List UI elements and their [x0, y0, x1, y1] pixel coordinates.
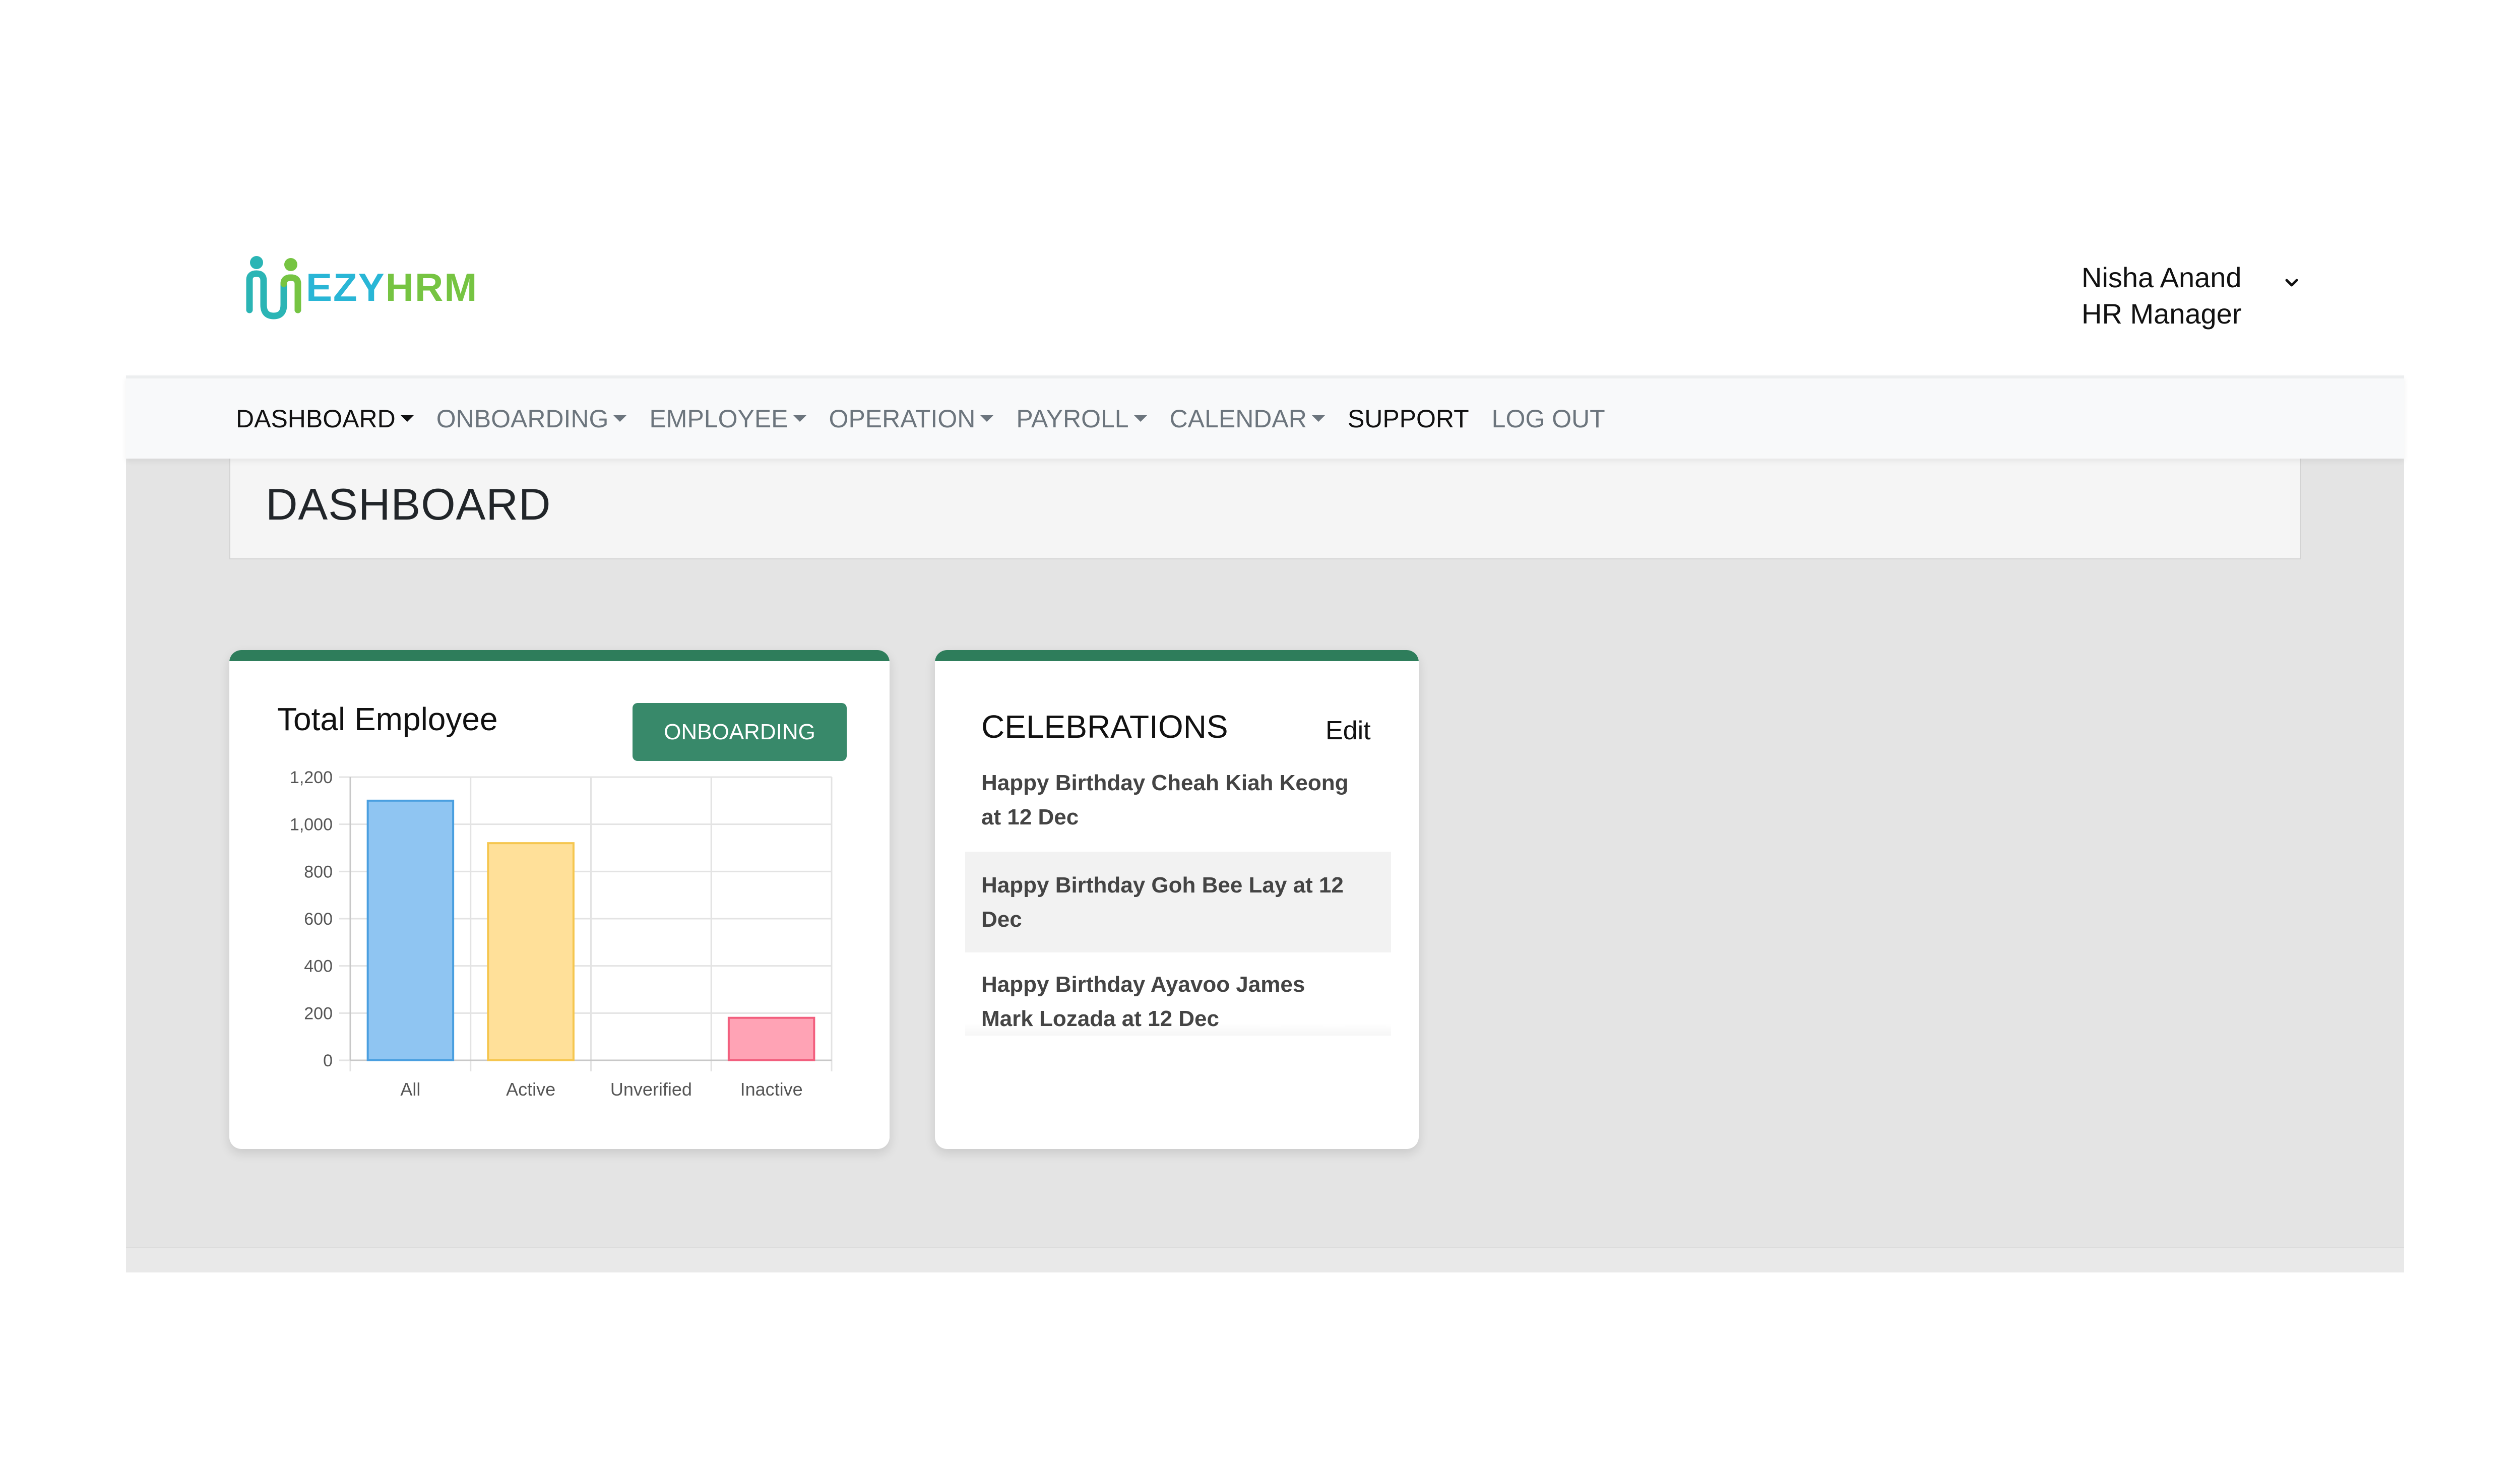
- nav-payroll[interactable]: PAYROLL: [1016, 404, 1147, 433]
- y-tick-label: 1,000: [290, 815, 333, 835]
- y-tick-label: 1,200: [290, 768, 333, 787]
- celebration-item: Happy Birthday Ayavoo James Mark Lozada …: [965, 952, 1391, 1036]
- page-title: DASHBOARD: [266, 479, 551, 529]
- y-tick-label: 400: [304, 957, 333, 976]
- celebration-text-line1: Happy Birthday Ayavoo James: [981, 972, 1305, 997]
- nav-logout[interactable]: LOG OUT: [1492, 404, 1605, 433]
- caret-down-icon: [613, 415, 627, 422]
- nav-dashboard-label: DASHBOARD: [236, 404, 396, 433]
- celebration-text-line2: at 12 Dec: [981, 805, 1079, 829]
- logo-hrm: HRM: [385, 265, 478, 309]
- nav-employee[interactable]: EMPLOYEE: [649, 404, 806, 433]
- nav-operation[interactable]: OPERATION: [829, 404, 994, 433]
- card-accent-bar: [935, 650, 1419, 661]
- y-tick-label: 0: [323, 1051, 333, 1070]
- x-tick-label: All: [400, 1079, 420, 1100]
- nav-dashboard[interactable]: DASHBOARD: [236, 404, 414, 433]
- x-tick-label: Active: [506, 1079, 555, 1100]
- y-tick-label: 200: [304, 1004, 333, 1023]
- main-navbar: DASHBOARD ONBOARDING EMPLOYEE OPERATION …: [126, 375, 2404, 459]
- app-window: EZYHRM Nisha Anand HR Manager DASHBOARD …: [126, 232, 2404, 1272]
- nav-calendar-label: CALENDAR: [1169, 404, 1307, 433]
- total-employee-chart: 0 200 400 600 800 1,000 1,200 All Active Unverifi…: [290, 768, 833, 1100]
- bar-all: [366, 799, 455, 1062]
- caret-down-icon: [400, 415, 414, 422]
- logo-text: EZYHRM: [306, 265, 478, 310]
- celebration-text-line1: Happy Birthday Goh Bee Lay at 12: [981, 873, 1344, 898]
- celebration-item: Happy Birthday Goh Bee Lay at 12 Dec: [965, 852, 1391, 952]
- x-tick-label: Inactive: [740, 1079, 803, 1100]
- celebration-item: Happy Birthday Cheah Kiah Keong at 12 De…: [965, 766, 1391, 852]
- celebrations-title: CELEBRATIONS: [981, 709, 1228, 745]
- nav-operation-label: OPERATION: [829, 404, 976, 433]
- nav-onboarding[interactable]: ONBOARDING: [436, 404, 627, 433]
- nav-employee-label: EMPLOYEE: [649, 404, 788, 433]
- nav-support-label: SUPPORT: [1347, 404, 1469, 433]
- user-name: Nisha Anand: [2082, 262, 2242, 293]
- nav-support[interactable]: SUPPORT: [1348, 404, 1469, 433]
- caret-down-icon: [1311, 415, 1325, 422]
- celebrations-list: Happy Birthday Cheah Kiah Keong at 12 De…: [965, 766, 1391, 1036]
- nav-payroll-label: PAYROLL: [1016, 404, 1129, 433]
- celebration-text-line2: Mark Lozada at 12 Dec: [981, 1006, 1219, 1031]
- celebrations-card: CELEBRATIONS Edit Happy Birthday Cheah K…: [935, 650, 1419, 1149]
- chevron-down-icon[interactable]: [2281, 272, 2303, 294]
- y-tick-label: 600: [304, 910, 333, 929]
- celebration-text-line2: Dec: [981, 907, 1022, 932]
- nav-logout-label: LOG OUT: [1491, 404, 1605, 433]
- y-tick-label: 800: [304, 862, 333, 881]
- dashboard-content: DASHBOARD Total Employee ONBOARDING 0 200…: [126, 459, 2404, 1247]
- edit-celebrations-link[interactable]: Edit: [1326, 716, 1371, 746]
- caret-down-icon: [980, 415, 994, 422]
- user-menu[interactable]: Nisha Anand HR Manager: [2082, 260, 2242, 332]
- page-title-bar: DASHBOARD: [229, 459, 2301, 559]
- total-employee-card: Total Employee ONBOARDING 0 200 400 600 800 1…: [229, 650, 890, 1149]
- user-role: HR Manager: [2082, 298, 2242, 330]
- logo-ezy: EZY: [306, 265, 386, 309]
- onboarding-button[interactable]: ONBOARDING: [633, 703, 847, 761]
- caret-down-icon: [793, 415, 806, 422]
- bar-inactive: [727, 1016, 815, 1062]
- card-accent-bar: [229, 650, 890, 661]
- nav-onboarding-label: ONBOARDING: [436, 404, 609, 433]
- nav-calendar[interactable]: CALENDAR: [1170, 404, 1325, 433]
- x-tick-label: Unverified: [610, 1079, 692, 1100]
- celebration-text-line1: Happy Birthday Cheah Kiah Keong: [981, 771, 1349, 795]
- caret-down-icon: [1133, 415, 1147, 422]
- people-logo-icon: [246, 256, 301, 319]
- total-employee-title: Total Employee: [277, 701, 498, 737]
- footer-strip: [126, 1247, 2404, 1272]
- bar-active: [487, 842, 575, 1061]
- ezyhrm-logo[interactable]: EZYHRM: [245, 254, 487, 320]
